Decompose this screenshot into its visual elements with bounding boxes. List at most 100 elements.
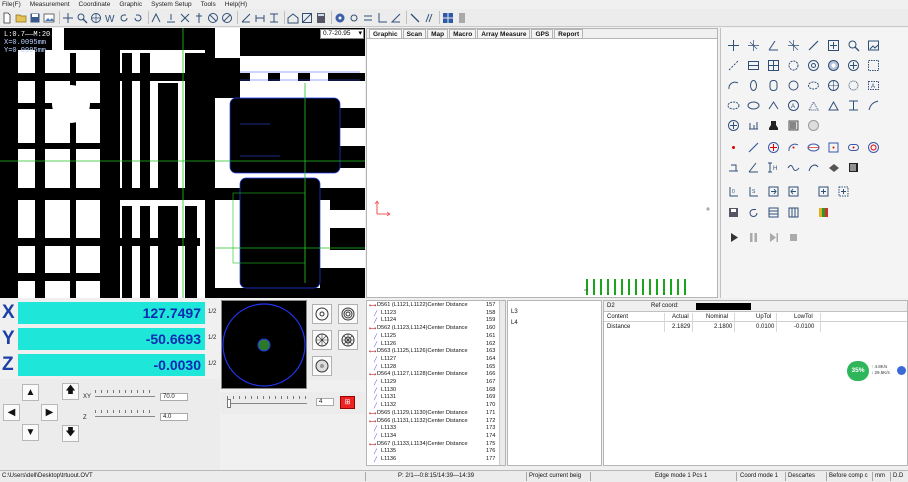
ring-light-icon[interactable] <box>312 304 332 324</box>
color-bars-icon[interactable] <box>816 205 830 219</box>
vertical-dimension-icon[interactable] <box>268 11 280 25</box>
table-row[interactable]: ⟷ D565 (L1129,L1130)Center Distance 171 <box>367 410 505 418</box>
circle-thin-icon[interactable] <box>786 78 800 92</box>
table-row[interactable]: ⟷ D561 (L1121,L1122)Center Distance 157 <box>367 302 505 310</box>
export-icon[interactable] <box>786 184 800 198</box>
probe-stamp-icon[interactable] <box>766 118 780 132</box>
triangle-dots-icon[interactable] <box>806 98 820 112</box>
move-down-button[interactable]: ▼ <box>22 424 39 441</box>
z-coordinate-value[interactable]: -0.0030 <box>18 354 205 376</box>
table-row[interactable]: ╱ L1125 161 <box>367 333 505 341</box>
height-bar-icon[interactable] <box>846 98 860 112</box>
table-row[interactable]: ╱ L1133 173 <box>367 425 505 433</box>
parallel-lines-icon[interactable] <box>423 11 435 25</box>
ring-dashed-icon[interactable] <box>806 78 820 92</box>
graphic-canvas[interactable] <box>367 39 717 297</box>
split-box-icon[interactable] <box>766 58 780 72</box>
coaxial-light-icon[interactable] <box>338 304 358 324</box>
triangle-dot-icon[interactable] <box>826 98 840 112</box>
tab-report[interactable]: Report <box>554 29 584 38</box>
star-cross-icon[interactable] <box>786 38 800 52</box>
multi-ring-light-icon[interactable] <box>338 330 358 350</box>
red-line-icon[interactable] <box>746 140 760 154</box>
menu-help[interactable]: Help(H) <box>225 0 247 9</box>
red-arc-icon[interactable] <box>786 140 800 154</box>
settings-gear-icon[interactable] <box>334 11 346 25</box>
table-row[interactable]: ╱ L1132 170 <box>367 402 505 410</box>
y-coordinate-value[interactable]: -50.6693 <box>18 328 205 350</box>
calculator-icon[interactable] <box>315 11 327 25</box>
ellipse-label-icon[interactable] <box>746 98 760 112</box>
tab-scan[interactable]: Scan <box>402 29 427 38</box>
list-item[interactable]: L3 <box>511 309 518 315</box>
ellipse-tool-icon[interactable] <box>746 78 760 92</box>
z-up-button[interactable]: 🡅 <box>62 383 79 400</box>
angle-text-icon[interactable] <box>766 38 780 52</box>
crosshair-icon[interactable] <box>62 11 74 25</box>
element-sublist[interactable]: L3 L4 <box>507 300 602 466</box>
table-row[interactable]: ╱ L1130 168 <box>367 387 505 395</box>
edge-find-icon[interactable] <box>165 11 177 25</box>
move-up-button[interactable]: ▲ <box>22 384 39 401</box>
circle-dashed-icon[interactable] <box>786 58 800 72</box>
barcode-icon[interactable] <box>786 118 800 132</box>
light-intensity-value[interactable]: 4 <box>316 398 334 406</box>
move-left-button[interactable]: ◀ <box>3 404 20 421</box>
menu-file[interactable]: File(F) <box>2 0 21 9</box>
table-row[interactable]: ╱ L1127 164 <box>367 356 505 364</box>
x-fraction-label[interactable]: 1/2 <box>208 309 216 315</box>
table-row[interactable]: ╱ L1128 165 <box>367 364 505 372</box>
ellipse-dashed-icon[interactable] <box>726 98 740 112</box>
gauge-tool-icon[interactable] <box>726 160 740 174</box>
concentric-icon[interactable] <box>806 58 820 72</box>
red-slot-icon[interactable] <box>846 140 860 154</box>
multi-point-icon[interactable] <box>746 118 760 132</box>
table-row[interactable]: ╱ L1129 167 <box>367 379 505 387</box>
z-down-button[interactable]: 🡇 <box>62 425 79 442</box>
y-fraction-label[interactable]: 1/2 <box>208 335 216 341</box>
image-icon[interactable] <box>43 11 55 25</box>
stop-icon[interactable] <box>786 230 800 244</box>
xy-speed-value[interactable]: 70.0 <box>160 393 188 401</box>
step-forward-icon[interactable] <box>766 230 780 244</box>
segment-light-icon[interactable] <box>312 330 332 350</box>
gear-ring-icon[interactable] <box>826 58 840 72</box>
tab-map[interactable]: Map <box>427 29 449 38</box>
table-row[interactable]: ╱ L1131 169 <box>367 394 505 402</box>
feature-list-scrollbar[interactable] <box>499 301 505 465</box>
text-box-icon[interactable]: A <box>866 78 880 92</box>
table-row[interactable]: ╱ L1123 158 <box>367 310 505 318</box>
wave-tool-icon[interactable] <box>786 160 800 174</box>
cpu-percent-badge[interactable]: 35% <box>847 361 869 381</box>
new-file-icon[interactable] <box>1 11 13 25</box>
table-row[interactable]: ╱ L1136 177 <box>367 456 505 464</box>
ref-coord-field[interactable] <box>696 303 751 310</box>
home-icon[interactable] <box>287 11 299 25</box>
add-box-icon[interactable] <box>816 184 830 198</box>
red-circle-plus-icon[interactable] <box>766 140 780 154</box>
slot-tool-icon[interactable] <box>766 78 780 92</box>
panel-icon[interactable] <box>456 11 468 25</box>
x-coordinate-value[interactable]: 127.7497 <box>18 302 205 324</box>
table-row[interactable]: ⟷ D563 (L1125,L1126)Center Distance 163 <box>367 348 505 356</box>
point-tool-icon[interactable] <box>179 11 191 25</box>
coord-zero-icon[interactable]: 0 <box>726 184 740 198</box>
camera-view[interactable]: L:0.7——M:20.95 X=0.0095mm Y=0.0095mm 0.7… <box>0 28 365 298</box>
table-row[interactable]: Distance 2.1829 2.1800 0.0100 -0.0100 <box>604 323 907 332</box>
red-ring-icon[interactable] <box>866 140 880 154</box>
red-ellipse-icon[interactable] <box>806 140 820 154</box>
red-rectangle-icon[interactable] <box>826 140 840 154</box>
curve-tool-icon[interactable] <box>866 98 880 112</box>
target-ring-icon[interactable] <box>826 78 840 92</box>
diamond-tool-icon[interactable] <box>826 160 840 174</box>
tab-graphic[interactable]: Graphic <box>369 29 402 38</box>
red-point-icon[interactable] <box>726 140 740 154</box>
angle-icon[interactable] <box>390 11 402 25</box>
list-item[interactable]: L4 <box>511 320 518 326</box>
dashed-circle-icon[interactable] <box>846 78 860 92</box>
angle-measure-icon[interactable] <box>746 160 760 174</box>
table-row[interactable]: ╱ L1135 176 <box>367 448 505 456</box>
equal-icon[interactable] <box>362 11 374 25</box>
save-disk-icon[interactable] <box>726 205 740 219</box>
menu-system-setup[interactable]: System Setup <box>151 0 191 9</box>
